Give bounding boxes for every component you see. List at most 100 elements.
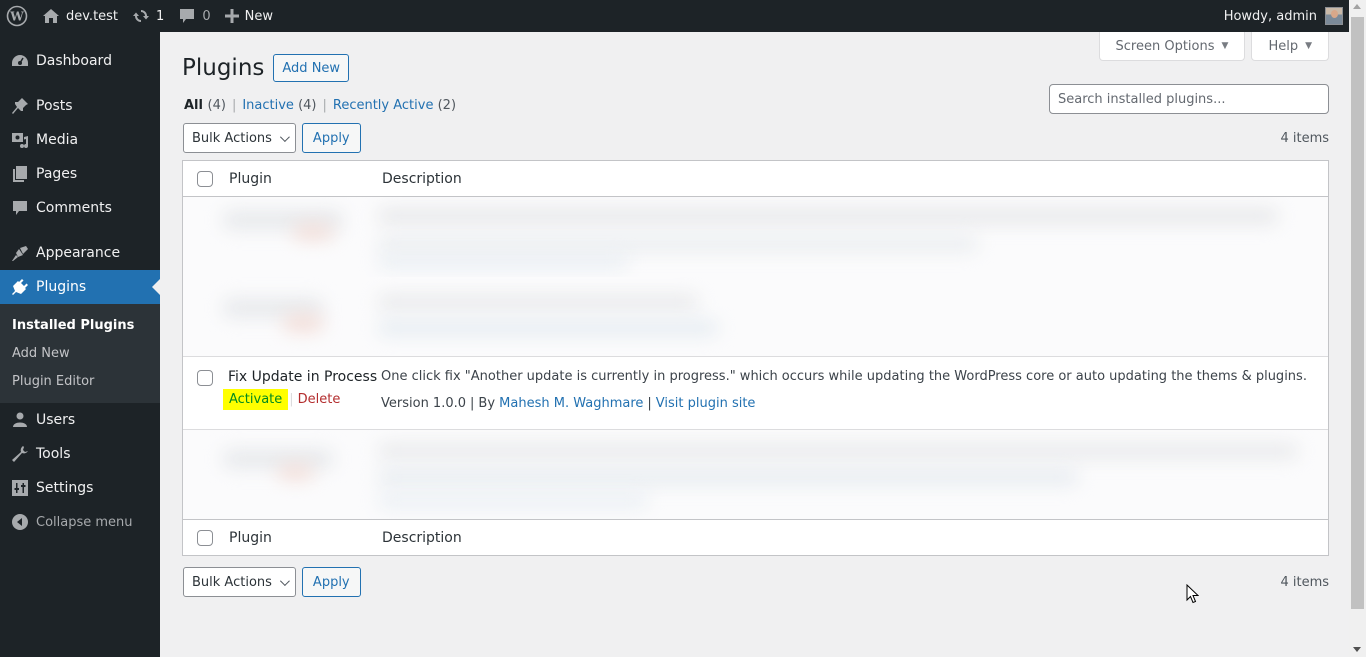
- admin-bar: W dev.test 1 0 New Howdy, admin: [0, 0, 1349, 32]
- mouse-pointer-icon: [1186, 583, 1200, 608]
- sidebar-item-settings[interactable]: Settings: [0, 471, 160, 505]
- page-title: Plugins: [182, 55, 265, 81]
- column-description: Description: [382, 170, 462, 187]
- users-icon: [10, 410, 30, 430]
- media-icon: [10, 130, 30, 150]
- sidebar-item-plugins[interactable]: Plugins: [0, 270, 160, 304]
- screen-options-button[interactable]: Screen Options ▼: [1098, 32, 1246, 61]
- scroll-up-arrow-icon[interactable]: [1353, 4, 1361, 9]
- sidebar-item-pages[interactable]: Pages: [0, 157, 160, 191]
- updates-count: 1: [156, 8, 165, 24]
- wordpress-logo-icon: W: [6, 5, 28, 27]
- chevron-down-icon: [279, 575, 290, 586]
- meta-separator: |: [470, 396, 475, 411]
- add-new-plugin-button[interactable]: Add New: [273, 54, 350, 82]
- caret-down-icon: ▼: [1305, 41, 1312, 51]
- comments-link[interactable]: 0: [171, 0, 217, 32]
- filter-label: Recently Active: [332, 98, 434, 113]
- submenu-installed-plugins[interactable]: Installed Plugins: [0, 311, 160, 339]
- help-button[interactable]: Help ▼: [1251, 32, 1329, 61]
- apply-button[interactable]: Apply: [301, 123, 361, 153]
- site-name: dev.test: [66, 8, 119, 24]
- submenu-add-new[interactable]: Add New: [0, 339, 160, 367]
- sidebar-item-media[interactable]: Media: [0, 123, 160, 157]
- meta-separator: |: [647, 396, 652, 411]
- filter-separator: |: [322, 98, 327, 113]
- pages-icon: [10, 164, 30, 184]
- table-header: Plugin Description: [183, 161, 1328, 197]
- table-row-redacted: [183, 429, 1328, 519]
- collapse-arrow-icon: [10, 512, 30, 532]
- comment-icon: [10, 198, 30, 218]
- table-row: Fix Update in Process Activate | Delete …: [183, 357, 1328, 429]
- scroll-down-arrow-icon[interactable]: [1353, 647, 1361, 652]
- column-description-footer: Description: [382, 529, 462, 546]
- plugin-description: One click fix "Another update is current…: [381, 369, 1307, 384]
- screen-meta-links: Screen Options ▼ Help ▼: [1098, 32, 1329, 61]
- bulk-actions-label: Bulk Actions: [192, 574, 272, 590]
- wordpress-menu[interactable]: W: [0, 0, 35, 32]
- author-link[interactable]: Mahesh M. Waghmare: [499, 396, 643, 411]
- dashboard-icon: [10, 51, 30, 71]
- search-plugins-input[interactable]: [1049, 84, 1329, 114]
- chevron-down-icon: [279, 131, 290, 142]
- new-label: New: [244, 8, 273, 24]
- sidebar-item-dashboard[interactable]: Dashboard: [0, 44, 160, 78]
- wrench-icon: [10, 444, 30, 464]
- items-count: 4 items: [1280, 130, 1329, 146]
- sidebar-label: Media: [36, 132, 79, 148]
- sidebar-item-posts[interactable]: Posts: [0, 89, 160, 123]
- caret-down-icon: ▼: [1221, 41, 1229, 51]
- sidebar-item-appearance[interactable]: Appearance: [0, 236, 160, 270]
- select-all-checkbox[interactable]: [197, 170, 213, 187]
- home-icon: [42, 8, 60, 24]
- filter-count: (2): [437, 98, 457, 113]
- row-checkbox[interactable]: [197, 370, 213, 386]
- filter-inactive[interactable]: Inactive (4): [242, 98, 316, 113]
- scrollbar-thumb[interactable]: [1351, 17, 1364, 609]
- sidebar-label: Users: [36, 412, 76, 428]
- sidebar-item-comments[interactable]: Comments: [0, 191, 160, 225]
- site-name-link[interactable]: dev.test: [35, 0, 125, 32]
- plugins-submenu: Installed Plugins Add New Plugin Editor: [0, 304, 160, 403]
- delete-link[interactable]: Delete: [298, 392, 341, 407]
- submenu-plugin-editor[interactable]: Plugin Editor: [0, 367, 160, 395]
- paintbrush-icon: [10, 243, 30, 263]
- bulk-actions-select[interactable]: Bulk Actions: [183, 123, 296, 153]
- select-all-checkbox-footer[interactable]: [197, 529, 213, 546]
- filter-count: (4): [298, 98, 317, 113]
- apply-button-bottom[interactable]: Apply: [301, 567, 361, 597]
- visit-plugin-site-link[interactable]: Visit plugin site: [656, 396, 756, 411]
- column-plugin[interactable]: Plugin: [229, 171, 272, 187]
- plugin-name: Fix Update in Process: [228, 369, 378, 385]
- sidebar-item-users[interactable]: Users: [0, 403, 160, 437]
- comments-count: 0: [202, 8, 211, 24]
- bulk-actions-label: Bulk Actions: [192, 130, 272, 146]
- tablenav-top: Bulk Actions Apply 4 items: [183, 123, 1329, 153]
- plugins-table: Plugin Description Fix Update in Process…: [182, 160, 1329, 556]
- plus-icon: [224, 9, 239, 23]
- my-account-link[interactable]: Howdy, admin: [1217, 0, 1349, 32]
- updates-link[interactable]: 1: [125, 0, 171, 32]
- filter-count: (4): [207, 98, 226, 113]
- column-plugin-footer[interactable]: Plugin: [229, 530, 272, 546]
- sidebar-label: Settings: [36, 480, 94, 496]
- sidebar-label: Posts: [36, 98, 73, 114]
- svg-text:W: W: [9, 10, 24, 24]
- admin-sidebar: Dashboard Posts Media Pages Comments App…: [0, 32, 160, 657]
- table-row-redacted: [183, 277, 1328, 357]
- filter-recently-active[interactable]: Recently Active (2): [333, 98, 456, 113]
- filter-label: Inactive: [242, 98, 294, 113]
- filter-all[interactable]: All (4): [184, 98, 226, 113]
- page-scrollbar[interactable]: [1349, 0, 1366, 657]
- sidebar-item-tools[interactable]: Tools: [0, 437, 160, 471]
- collapse-menu-button[interactable]: Collapse menu: [0, 505, 160, 539]
- bulk-actions-select-bottom[interactable]: Bulk Actions: [183, 567, 296, 597]
- collapse-menu-label: Collapse menu: [36, 514, 133, 530]
- activate-link[interactable]: Activate: [223, 389, 289, 410]
- plugin-status-filters: All (4) | Inactive (4) | Recently Active…: [184, 98, 456, 113]
- page-header: Plugins Add New: [182, 54, 350, 82]
- row-actions: Activate | Delete: [223, 389, 340, 410]
- sidebar-label: Appearance: [36, 245, 121, 261]
- new-content-link[interactable]: New: [218, 0, 280, 32]
